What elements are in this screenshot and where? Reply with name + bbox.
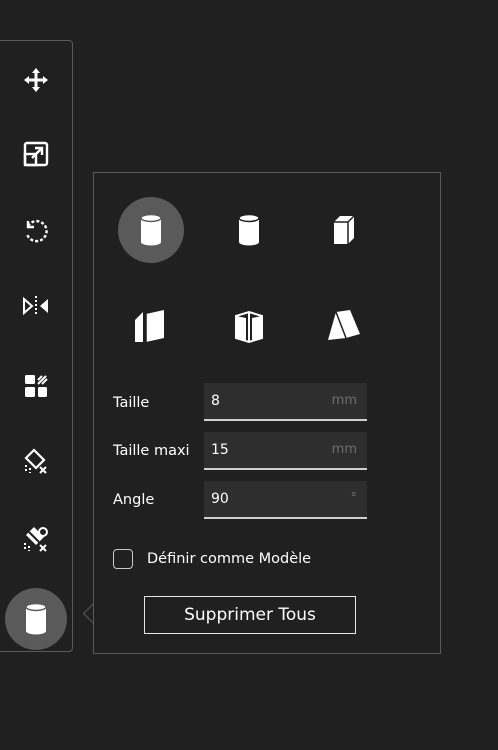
max-size-input[interactable]: [211, 432, 321, 468]
cylinder-shape-icon: [140, 214, 162, 246]
cross-wall-shape-icon: [235, 310, 263, 344]
arrange-icon: [24, 375, 48, 397]
size-label: Taille: [113, 395, 150, 411]
support-cylinder-icon: [24, 603, 47, 635]
set-default-label[interactable]: Définir comme Modèle: [147, 551, 311, 567]
tube-shape-icon: [238, 214, 260, 246]
support-blocker-icon: [23, 527, 48, 552]
support-blocker-tool-button[interactable]: [0, 509, 74, 569]
mirror-tool-button[interactable]: [0, 276, 74, 336]
mirror-icon: [22, 296, 48, 316]
cuboid-shape-button[interactable]: [311, 197, 377, 263]
support-cylinder-tool-button[interactable]: [0, 588, 74, 650]
cross-wall-shape-button[interactable]: [216, 293, 282, 359]
scale-tool-button[interactable]: [0, 124, 74, 184]
angle-field[interactable]: °: [204, 481, 367, 519]
cylinder-shape-button[interactable]: [118, 197, 184, 263]
size-input[interactable]: [211, 383, 321, 419]
angle-label: Angle: [113, 492, 155, 508]
active-tool-highlight: [4, 588, 67, 650]
delete-all-button[interactable]: Supprimer Tous: [144, 596, 356, 634]
line-wall-shape-icon: [135, 310, 164, 342]
max-size-label: Taille maxi: [113, 443, 190, 459]
move-tool-button[interactable]: [0, 50, 74, 110]
size-field[interactable]: mm: [204, 383, 367, 421]
support-paint-tool-button[interactable]: [0, 431, 74, 491]
wedge-shape-button[interactable]: [311, 293, 377, 359]
line-wall-shape-button[interactable]: [118, 293, 184, 359]
set-default-checkbox[interactable]: [113, 549, 133, 569]
rotate-icon: [25, 219, 48, 243]
move-icon: [23, 68, 48, 92]
max-size-field[interactable]: mm: [204, 432, 367, 470]
support-paint-icon: [23, 448, 47, 474]
arrange-tool-button[interactable]: [0, 356, 74, 416]
angle-unit: °: [350, 491, 358, 506]
tube-shape-button[interactable]: [216, 197, 282, 263]
cuboid-shape-icon: [334, 215, 355, 244]
max-size-unit: mm: [331, 442, 357, 457]
wedge-shape-icon: [328, 310, 360, 340]
angle-input[interactable]: [211, 481, 321, 517]
rotate-tool-button[interactable]: [0, 201, 74, 261]
size-unit: mm: [331, 393, 357, 408]
tool-sidebar: [0, 40, 73, 652]
scale-icon: [23, 141, 48, 167]
